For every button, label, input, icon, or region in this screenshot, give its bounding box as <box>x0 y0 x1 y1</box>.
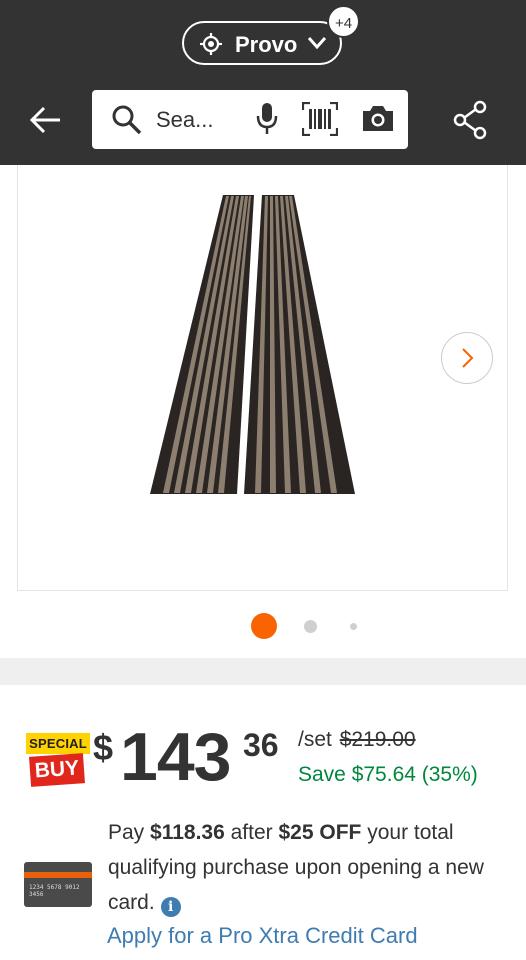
gallery-pagination <box>0 613 526 643</box>
price-dollars: 143 <box>120 719 231 795</box>
location-name: Provo <box>235 32 298 57</box>
original-price: $219.00 <box>339 728 416 751</box>
price-unit: /set <box>298 728 332 751</box>
card-number: 1234 5678 9012 3456 <box>29 884 80 898</box>
savings-text: Save $75.64 (35%) <box>298 763 478 786</box>
price-cents: 36 <box>243 727 279 763</box>
store-count-badge: +4 <box>327 5 360 38</box>
price-section: SPECIAL BUY $ 143 36 /set $219.00 Save $… <box>0 685 526 960</box>
product-image-frame <box>17 165 508 591</box>
search-input[interactable]: Sea... <box>156 107 213 133</box>
product-image-gallery <box>0 165 526 658</box>
offer-discount: $25 OFF <box>278 821 362 844</box>
camera-icon[interactable] <box>361 103 395 133</box>
chevron-right-icon <box>462 348 474 368</box>
special-buy-badge: SPECIAL BUY <box>26 733 92 789</box>
credit-card-image: 1234 5678 9012 3456 <box>24 862 92 907</box>
product-image[interactable] <box>148 193 358 498</box>
next-image-button[interactable] <box>441 332 493 384</box>
info-icon[interactable]: i <box>160 897 181 917</box>
microphone-icon[interactable] <box>255 102 279 136</box>
apply-credit-card-link[interactable]: Apply for a Pro Xtra Credit Card <box>107 923 418 949</box>
price-unit-line: /set $219.00 <box>298 728 416 752</box>
offer-amount-after: $118.36 <box>150 821 225 844</box>
back-arrow-icon[interactable] <box>28 102 64 138</box>
credit-card-offer: Pay $118.36 after $25 OFF your total qua… <box>108 815 508 920</box>
special-buy-label-bottom: BUY <box>29 753 85 787</box>
gallery-dot[interactable] <box>304 620 317 633</box>
location-target-icon <box>200 33 222 55</box>
gallery-dot[interactable] <box>350 623 357 630</box>
special-buy-label-top: SPECIAL <box>26 733 90 754</box>
search-icon <box>112 105 142 135</box>
store-location-selector[interactable]: Provo <box>182 21 342 65</box>
chevron-down-icon <box>307 37 327 50</box>
app-header: Provo +4 Sea... <box>0 0 526 165</box>
card-stripe <box>24 872 92 878</box>
offer-text-after: after <box>224 821 279 844</box>
offer-text-pay: Pay <box>108 821 151 844</box>
price-currency: $ <box>93 727 114 768</box>
gallery-dot-active[interactable] <box>251 613 277 639</box>
share-icon[interactable] <box>452 100 488 140</box>
barcode-icon[interactable] <box>302 102 338 136</box>
search-bar[interactable]: Sea... <box>92 90 408 149</box>
